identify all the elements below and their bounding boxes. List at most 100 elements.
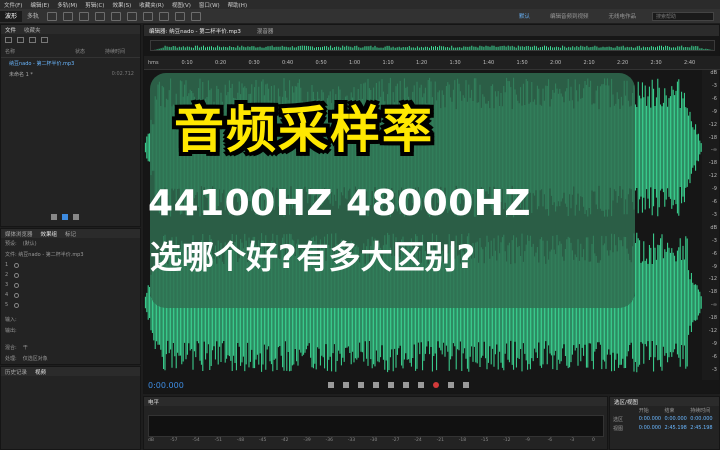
close-file-icon[interactable] [41,37,48,43]
spot-healing-icon[interactable] [191,11,202,21]
menu-item[interactable]: 文件(F) [0,1,26,9]
db-tick: dB [710,70,717,76]
tab-video[interactable]: 视频 [35,368,46,376]
file-item[interactable]: 未命名 1 * 0:02.712 [1,69,140,80]
level-ticks: dB -57 -54 -51 -48 -45 -42 -39 -36 -33 -30 -27 -24 -2… [148,438,604,446]
autoplay-icon[interactable] [73,214,79,220]
output-label: 输出: [5,328,17,334]
multitrack-view-button[interactable]: 多轨 [22,11,44,22]
col-status[interactable]: 状态 [75,48,105,55]
menu-item[interactable]: 窗口(W) [195,1,224,9]
rewind-icon[interactable] [388,382,394,388]
time-tick: 2:30 [650,60,662,66]
input-label: 输入: [5,317,17,323]
db-tick: dB [710,224,717,231]
workspace-radio[interactable]: 无线电作品 [598,12,646,20]
db-tick: -∞ [711,147,717,154]
sv-duration[interactable]: 2:45.198 [690,425,716,432]
tab-editor[interactable]: 编辑器: 纳豆nado - 第二杯半价.mp3 [149,27,241,35]
loop-preview-icon[interactable] [62,214,68,220]
skip-selection-icon[interactable] [448,382,454,388]
lasso-icon[interactable] [159,11,170,21]
fx-slot[interactable]: 5 [1,300,140,310]
level-tick: -15 [481,438,489,443]
tab-history[interactable]: 历史记录 [5,368,27,376]
time-tick: 1:40 [483,60,495,66]
file-item[interactable]: 纳豆nado - 第二杯半价.mp3 [1,58,140,69]
process-select[interactable]: 仅选区对象 [23,355,48,362]
record-icon[interactable] [433,382,439,388]
move-tool-icon[interactable] [79,11,90,21]
stop-icon[interactable] [328,382,334,388]
power-icon[interactable] [14,272,20,278]
tab-favorites[interactable]: 收藏夹 [24,26,41,34]
play-icon[interactable] [343,382,349,388]
new-file-icon[interactable] [5,37,12,43]
levels-header: 电平 [144,397,607,406]
fx-slot[interactable]: 2 [1,270,140,280]
goto-start-icon[interactable] [373,382,379,388]
brush-icon[interactable] [175,11,186,21]
fast-forward-icon[interactable] [403,382,409,388]
time-selection-icon[interactable] [127,11,138,21]
sv-end[interactable]: 2:45.198 [665,425,691,432]
import-icon[interactable] [29,37,36,43]
workspace-edit-video[interactable]: 编辑音频到视频 [540,12,599,20]
sv-header [613,407,639,414]
fx-slot[interactable]: 4 [1,290,140,300]
pause-icon[interactable] [358,382,364,388]
time-ruler[interactable]: hms 0:10 0:20 0:30 0:40 0:50 1:00 1:10 1:20 1:30 1… [144,56,720,70]
open-file-icon[interactable] [17,37,24,43]
process-row: 处理: 仅选区对象 [1,353,140,364]
marquee-icon[interactable] [143,11,154,21]
menu-item[interactable]: 剪辑(C) [81,1,108,9]
time-tick: 1:50 [516,60,528,66]
sv-end[interactable]: 0:00.000 [665,416,691,423]
workspace-default[interactable]: 默认 [509,12,540,20]
fx-slot[interactable]: 1 [1,260,140,270]
menu-item[interactable]: 帮助(H) [224,1,251,9]
power-icon[interactable] [14,262,20,268]
tab-effects-rack[interactable]: 效果组 [41,230,58,238]
sv-duration[interactable]: 0:00.000 [690,416,716,423]
power-icon[interactable] [14,302,20,308]
tab-mixer[interactable]: 混音器 [257,27,274,35]
files-columns: 名称 状态 持续时间 [1,46,140,58]
history-panel: 历史记录 视频 [0,366,141,450]
menu-item[interactable]: 多轨(M) [53,1,81,9]
sv-start[interactable]: 0:00.000 [639,425,665,432]
level-tick: -45 [259,438,267,443]
preset-select[interactable]: (默认) [23,240,37,247]
sv-header-row: 开始 结束 持续时间 [610,406,719,415]
col-name[interactable]: 名称 [5,48,75,55]
goto-end-icon[interactable] [418,382,424,388]
levels-panel: 电平 dB -57 -54 -51 -48 -45 -42 -39 -36 -33 -30 -27 -2… [143,396,608,450]
menu-item[interactable]: 编辑(E) [26,1,53,9]
sv-header: 持续时间 [690,408,711,414]
loop-icon[interactable] [463,382,469,388]
time-tick: 2:00 [550,60,562,66]
waveform-view-button[interactable]: 波形 [0,10,23,22]
fx-slot[interactable]: 3 [1,280,140,290]
spectral-icon[interactable] [47,11,58,21]
tab-media-browser[interactable]: 媒体浏览器 [5,230,33,238]
menu-item[interactable]: 收藏夹(R) [135,1,168,9]
tab-files[interactable]: 文件 [5,26,16,34]
power-icon[interactable] [14,282,20,288]
power-icon[interactable] [14,292,20,298]
pitch-icon[interactable] [63,11,74,21]
sv-start[interactable]: 0:00.000 [639,416,665,423]
search-help-input[interactable]: 搜索帮助 [652,11,714,21]
menu-item[interactable]: 效果(S) [108,1,135,9]
razor-tool-icon[interactable] [95,11,106,21]
db-tick: -9 [712,340,717,347]
menu-item[interactable]: 视图(V) [168,1,195,9]
preset-row: 预设: (默认) [1,238,140,249]
slip-tool-icon[interactable] [111,11,122,21]
play-preview-icon[interactable] [51,214,57,220]
col-duration[interactable]: 持续时间 [105,48,125,55]
waveform-overview[interactable] [150,40,715,51]
time-tick: 2:40 [684,60,696,66]
mix-value[interactable]: 干 [23,344,28,351]
tab-markers[interactable]: 标记 [65,230,76,238]
